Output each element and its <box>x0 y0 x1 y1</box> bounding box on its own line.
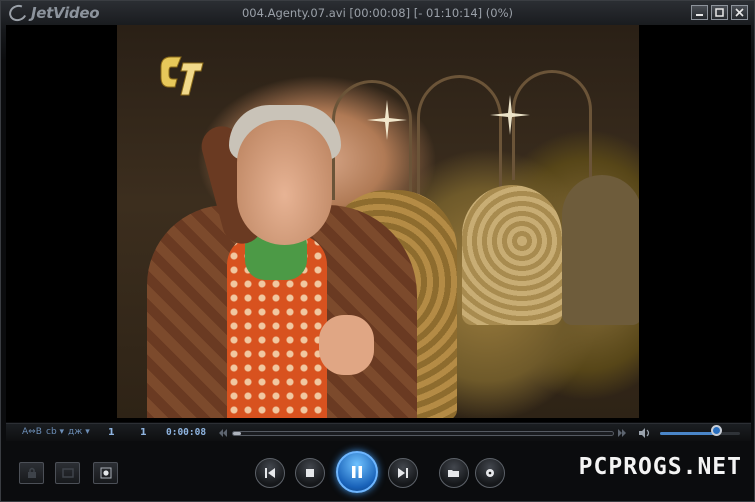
fast-forward-icon[interactable] <box>617 428 627 438</box>
rewind-icon[interactable] <box>218 428 228 438</box>
stop-button[interactable] <box>295 458 325 488</box>
man-hand <box>319 315 374 375</box>
video-frame-image[interactable] <box>117 25 639 418</box>
counter-1: 1 <box>108 427 115 438</box>
restore-button[interactable] <box>711 5 728 20</box>
title-bar[interactable]: JetVideo 004.Agenty.07.avi [00:00:08] [-… <box>1 1 754 25</box>
minimize-button[interactable] <box>691 5 708 20</box>
fullscreen-button[interactable] <box>55 462 80 484</box>
current-time: 0:00:08 <box>166 427 207 438</box>
skip-next-icon <box>398 468 408 478</box>
fullscreen-icon <box>61 468 74 478</box>
video-area[interactable] <box>6 25 751 422</box>
disc-icon <box>486 469 494 477</box>
lock-button[interactable] <box>19 462 44 484</box>
previous-button[interactable] <box>255 458 285 488</box>
sparkle-icon <box>367 100 407 140</box>
minimize-icon <box>696 14 703 16</box>
folder-icon <box>448 470 459 477</box>
volume-level <box>660 432 716 435</box>
volume-slider[interactable] <box>660 432 740 435</box>
subtitle-dropdown[interactable]: cb ▾ <box>46 427 64 437</box>
controls-bar: PCPROGS.NET <box>1 442 755 502</box>
volume-icon[interactable] <box>638 428 652 438</box>
watermark-text: PCPROGS.NET <box>578 454 742 480</box>
play-pause-button[interactable] <box>336 451 378 493</box>
man-face <box>237 120 332 245</box>
audio-track-dropdown[interactable]: дж ▾ <box>68 427 90 437</box>
skip-previous-icon <box>265 468 275 478</box>
window-title: 004.Agenty.07.avi [00:00:08] [- 01:10:14… <box>241 6 514 20</box>
next-button[interactable] <box>388 458 418 488</box>
channel-logo-icon <box>160 56 204 96</box>
close-icon <box>735 8 744 17</box>
close-button[interactable] <box>731 5 748 20</box>
player-window: JetVideo 004.Agenty.07.avi [00:00:08] [-… <box>0 0 755 502</box>
figure-background-2 <box>462 185 562 325</box>
pause-icon <box>352 466 362 478</box>
counter-2: 1 <box>140 427 147 438</box>
record-toggle-button[interactable] <box>93 462 118 484</box>
seek-slider[interactable] <box>232 431 614 436</box>
ab-repeat-button[interactable]: A⇔B <box>22 427 42 437</box>
sparkle-icon <box>490 95 530 135</box>
stop-icon <box>306 469 314 477</box>
eject-button[interactable] <box>475 458 505 488</box>
seek-progress <box>233 432 241 435</box>
lock-icon <box>27 467 36 478</box>
volume-knob[interactable] <box>711 425 722 436</box>
restore-icon <box>715 8 724 17</box>
record-icon <box>100 467 111 479</box>
open-file-button[interactable] <box>439 458 469 488</box>
seek-bar-row: A⇔B cb ▾ дж ▾ 1 1 0:00:08 <box>6 423 751 441</box>
figure-background-3 <box>562 175 639 325</box>
background-arch <box>417 75 502 195</box>
background-arch <box>332 80 412 200</box>
